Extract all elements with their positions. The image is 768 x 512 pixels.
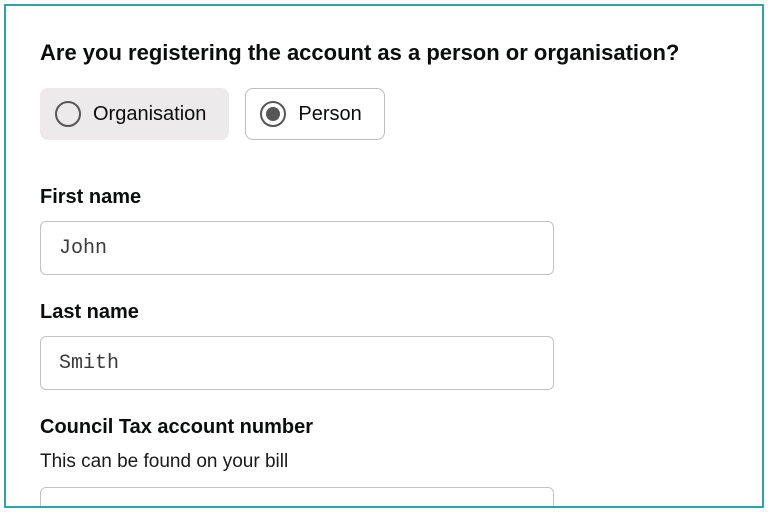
radio-circle-icon <box>55 101 81 127</box>
form-frame: Are you registering the account as a per… <box>4 4 764 508</box>
radio-circle-icon <box>260 101 286 127</box>
last-name-label: Last name <box>40 301 728 324</box>
account-number-label: Council Tax account number <box>40 416 728 439</box>
first-name-group: First name <box>40 186 728 275</box>
account-number-input[interactable] <box>40 487 554 508</box>
first-name-input[interactable] <box>40 221 554 275</box>
radio-organisation-label: Organisation <box>93 103 206 126</box>
last-name-group: Last name <box>40 301 728 390</box>
radio-person-label: Person <box>298 103 361 126</box>
first-name-label: First name <box>40 186 728 209</box>
question-heading: Are you registering the account as a per… <box>40 40 728 66</box>
radio-dot-icon <box>266 107 280 121</box>
radio-person[interactable]: Person <box>245 88 384 140</box>
account-number-group: Council Tax account number This can be f… <box>40 416 728 508</box>
account-type-radio-group: Organisation Person <box>40 88 728 140</box>
account-number-hint: This can be found on your bill <box>40 451 728 473</box>
last-name-input[interactable] <box>40 336 554 390</box>
radio-organisation[interactable]: Organisation <box>40 88 229 140</box>
